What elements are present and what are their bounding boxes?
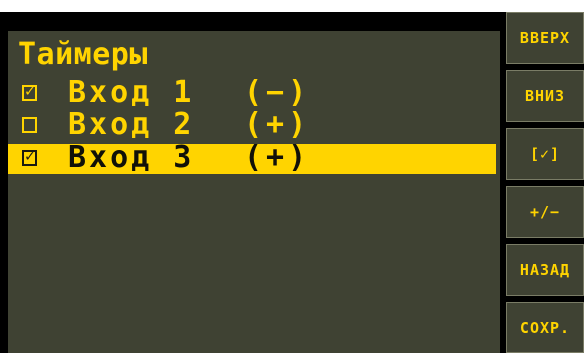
input-polarity: (−) (244, 75, 311, 110)
list-item-input-1[interactable]: ✓ Вход 1 (−) (8, 75, 496, 110)
save-button[interactable]: СОХР. (506, 302, 584, 353)
down-button[interactable]: ВНИЗ (506, 70, 584, 122)
input-label: Вход 3 (68, 140, 195, 175)
checkbox-input-3[interactable]: ✓ (22, 146, 37, 166)
input-polarity: (+) (244, 107, 311, 142)
checkbox-input-2[interactable] (22, 117, 37, 133)
list-item-input-3[interactable]: ✓ Вход 3 (+) (8, 140, 496, 175)
back-button[interactable]: НАЗАД (506, 244, 584, 296)
check-icon: ✓ (25, 81, 35, 100)
softkey-bar: ВВЕРХ ВНИЗ [✓] +/− НАЗАД СОХР. (506, 12, 584, 353)
checkbox-input-1[interactable]: ✓ (22, 81, 37, 101)
input-polarity: (+) (244, 140, 311, 175)
up-button[interactable]: ВВЕРХ (506, 12, 584, 64)
page-title: Таймеры (18, 37, 148, 72)
top-band (0, 0, 584, 12)
toggle-check-button[interactable]: [✓] (506, 128, 584, 180)
list-item-input-2[interactable]: Вход 2 (+) (8, 107, 496, 142)
polarity-button[interactable]: +/− (506, 186, 584, 238)
input-label: Вход 1 (68, 75, 195, 110)
check-icon: ✓ (25, 146, 35, 165)
device-screen: Таймеры ✓ Вход 1 (−) Вход 2 (+) ✓ Вход 3… (0, 0, 584, 353)
input-label: Вход 2 (68, 107, 195, 142)
